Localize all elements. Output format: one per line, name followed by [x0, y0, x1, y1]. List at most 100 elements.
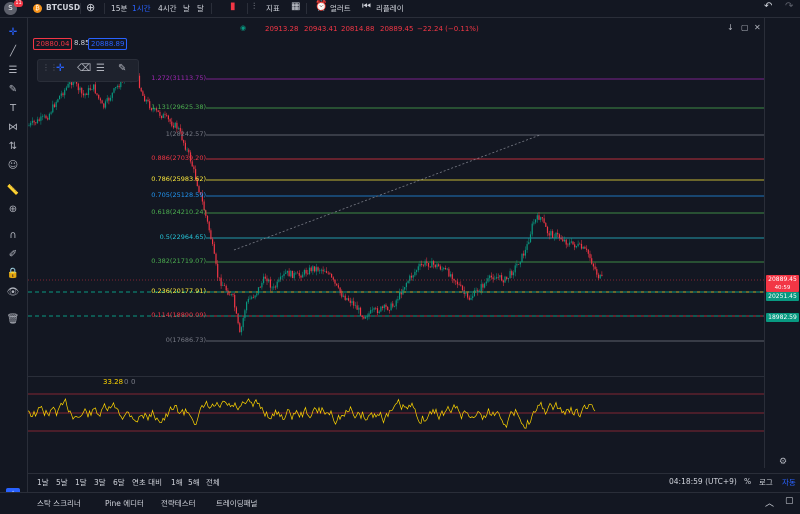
interval-day[interactable]: 날	[183, 3, 190, 14]
candle-body	[72, 82, 74, 86]
crosshair-icon[interactable]: ✛	[5, 26, 21, 40]
candle-body	[240, 327, 243, 333]
line-style-icon[interactable]: ☰	[96, 63, 105, 74]
candle-body	[536, 215, 538, 220]
candle-body	[550, 231, 552, 236]
candle-body	[470, 298, 472, 300]
visibility-icon[interactable]: ◉	[240, 24, 246, 32]
alert-button[interactable]: 얼러트	[330, 3, 351, 14]
candle-body	[288, 270, 290, 277]
candle-body	[82, 93, 84, 96]
candle-body	[404, 287, 406, 290]
interval-4h[interactable]: 4시간	[158, 3, 177, 14]
range-5y[interactable]: 5해	[188, 477, 200, 488]
emoji-icon[interactable]: ☺	[5, 159, 21, 173]
lock-drawing-icon[interactable]: ✐	[5, 248, 21, 262]
range-3m[interactable]: 3달	[94, 477, 106, 488]
pen-icon[interactable]: ✎	[118, 63, 126, 74]
tab-strategy-tester[interactable]: 전략테스터	[161, 498, 196, 509]
candle-body	[439, 266, 441, 270]
candle-body	[494, 278, 496, 280]
pattern-icon[interactable]: ⋈	[5, 121, 21, 135]
candle-body	[257, 287, 260, 294]
candle-body	[291, 270, 294, 279]
lock-icon[interactable]: 🔒	[5, 267, 21, 281]
range-1y[interactable]: 1해	[171, 477, 183, 488]
interval-15m[interactable]: 15분	[111, 3, 127, 14]
candle-body	[577, 243, 579, 247]
add-symbol-icon[interactable]: ⊕	[86, 1, 95, 14]
candle-body	[69, 82, 71, 85]
ruler-icon[interactable]: 📏	[5, 184, 21, 198]
price-scale[interactable]	[764, 18, 800, 468]
range-5d[interactable]: 5날	[56, 477, 68, 488]
sl-price-tag-1: 20251.45	[766, 292, 799, 301]
candle-body	[552, 231, 554, 238]
eye-icon[interactable]: 👁	[5, 286, 21, 300]
candle-body	[115, 87, 117, 89]
range-all[interactable]: 전체	[206, 477, 220, 488]
notification-badge: 11	[14, 0, 23, 7]
range-1d[interactable]: 1날	[37, 477, 49, 488]
candle-body	[276, 281, 278, 288]
sell-price-input[interactable]: 20880.04	[33, 38, 73, 50]
settings-gear-icon[interactable]: ⚙	[779, 457, 787, 467]
candle-body	[371, 309, 373, 311]
candle-type-icon[interactable]: ▮	[230, 1, 236, 12]
candle-body	[342, 295, 345, 297]
candle-body	[298, 273, 300, 276]
prediction-icon[interactable]: ⇅	[5, 140, 21, 154]
candle-body	[222, 285, 224, 286]
range-ytd[interactable]: 연초 대비	[132, 477, 162, 488]
oscillator-pane[interactable]	[28, 376, 764, 469]
tab-pine-editor[interactable]: Pine 에디터	[105, 498, 144, 509]
undo-icon[interactable]: ↶	[764, 1, 772, 12]
crosshair-active-icon[interactable]: ✛	[56, 63, 64, 74]
close-chart-icon[interactable]: ✕	[754, 23, 761, 32]
candle-body	[229, 294, 231, 296]
range-6m[interactable]: 6달	[113, 477, 125, 488]
indicators-icon[interactable]: ⫶	[253, 2, 255, 12]
candle-body	[346, 298, 348, 300]
candle-body	[70, 82, 73, 86]
expand-panel-icon[interactable]: ▢	[785, 496, 794, 506]
candle-body	[104, 101, 107, 108]
layouts-icon[interactable]: ▦	[291, 1, 300, 12]
brush-icon[interactable]: ✎	[5, 83, 21, 97]
candle-body	[499, 275, 501, 278]
trend-line-icon[interactable]: ╱	[5, 45, 21, 59]
zoom-in-icon[interactable]: ⊕	[5, 203, 21, 217]
trash-icon[interactable]: 🗑	[5, 313, 21, 327]
fib-retracement-icon[interactable]: ☰	[5, 64, 21, 78]
candle-body	[599, 274, 601, 279]
redo-icon[interactable]: ↷	[785, 1, 793, 12]
candle-body	[507, 278, 509, 280]
clock[interactable]: 04:18:59 (UTC+9)	[669, 477, 737, 486]
replay-button[interactable]: 리플레이	[376, 3, 404, 14]
log-toggle[interactable]: 로그	[759, 477, 773, 488]
maximize-icon[interactable]: ▢	[741, 23, 749, 32]
candle-body	[308, 267, 311, 275]
text-icon[interactable]: T	[5, 102, 21, 116]
candle-body	[93, 84, 95, 90]
indicators-button[interactable]: 지표	[266, 3, 280, 14]
tab-stock-screener[interactable]: 스탁 스크리너	[37, 498, 81, 509]
candle-body	[166, 114, 168, 116]
replay-icon[interactable]: ⏮	[362, 1, 371, 12]
collapse-icon[interactable]: ↓	[727, 23, 734, 32]
buy-price-input[interactable]: 20888.89	[88, 38, 128, 50]
symbol-search-button[interactable]: BTCUSD	[46, 3, 80, 12]
sl-price-tag-2: 18982.59	[766, 313, 799, 322]
percent-toggle[interactable]: %	[744, 477, 751, 486]
magnet-icon[interactable]: ∩	[5, 229, 21, 243]
range-1m[interactable]: 1달	[75, 477, 87, 488]
tab-trading-panel[interactable]: 트레이딩패널	[216, 498, 257, 509]
auto-toggle[interactable]: 자동	[782, 477, 796, 488]
candle-body	[482, 284, 484, 288]
interval-1h[interactable]: 1시간	[132, 3, 151, 14]
candle-body	[458, 284, 460, 285]
chevron-up-icon[interactable]: ︿	[765, 496, 774, 509]
interval-month[interactable]: 달	[197, 3, 204, 14]
alert-icon[interactable]: ⏰	[315, 1, 327, 12]
eraser-icon[interactable]: ⌫	[77, 63, 91, 74]
